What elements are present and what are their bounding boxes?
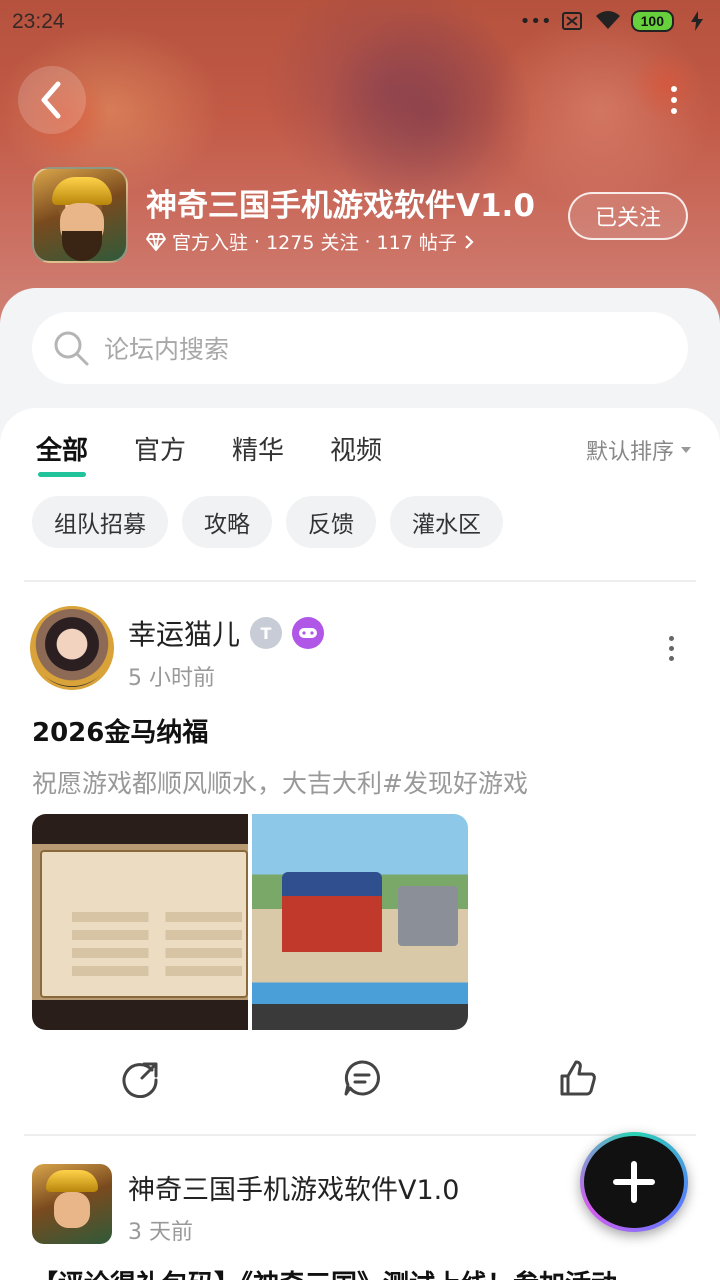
screenshot-panel <box>40 850 248 998</box>
status-bar: 23:24 ••• 100 <box>0 0 720 48</box>
screenshot-row <box>72 912 242 922</box>
meta-separator: · <box>254 230 261 253</box>
plus-icon <box>613 1161 655 1203</box>
back-button[interactable] <box>18 66 86 134</box>
caret-down-icon <box>681 447 691 453</box>
forum-title: 神奇三国手机游戏软件V1.0 <box>146 188 535 224</box>
search-panel: 论坛内搜索 <box>0 288 720 408</box>
tab-featured[interactable]: 精华 <box>232 430 284 467</box>
chip-team-recruit[interactable]: 组队招募 <box>32 496 168 548</box>
gamepad-badge-icon <box>292 617 325 649</box>
filter-tabs: 全部 官方 精华 视频 <box>36 430 382 477</box>
post-actions <box>0 1054 720 1114</box>
followers-count: 1275 关注 <box>266 232 359 254</box>
meta-separator: · <box>364 230 371 253</box>
tab-official[interactable]: 官方 <box>134 430 186 467</box>
post-time: 3 天前 <box>128 1220 193 1245</box>
avatar[interactable] <box>32 1164 112 1244</box>
post-body[interactable]: 祝愿游戏都顺风顺水，大吉大利#发现好游戏 <box>32 764 528 800</box>
comment-icon <box>344 1060 380 1096</box>
level-badge-icon: T <box>250 617 283 649</box>
charging-icon <box>684 10 710 32</box>
sort-label: 默认排序 <box>585 440 674 465</box>
more-dot <box>671 86 677 92</box>
search-placeholder: 论坛内搜索 <box>104 335 230 364</box>
sort-dropdown[interactable]: 默认排序 <box>586 434 692 466</box>
divider <box>24 580 696 582</box>
screenshot-row <box>72 966 242 976</box>
more-options-button[interactable] <box>662 80 686 120</box>
app-icon-beard <box>62 231 102 261</box>
forum-meta[interactable]: 官方入驻 · 1275 关注 · 117 帖子 <box>146 228 475 255</box>
menu-dot <box>669 646 674 651</box>
post-options-button[interactable] <box>669 636 674 661</box>
screenshot-row <box>72 948 242 958</box>
post-image-town-screenshot[interactable] <box>252 814 468 1030</box>
thumbs-up-icon <box>560 1060 596 1096</box>
chip-guides[interactable]: 攻略 <box>182 496 272 548</box>
comment-button[interactable] <box>338 1054 386 1102</box>
search-input[interactable]: 论坛内搜索 <box>32 312 688 384</box>
avatar[interactable] <box>30 606 114 690</box>
chevron-left-icon <box>41 81 61 119</box>
tab-all[interactable]: 全部 <box>36 430 88 477</box>
menu-dot <box>669 656 674 661</box>
screenshot-row <box>72 930 242 940</box>
app-icon[interactable] <box>32 167 128 263</box>
status-time: 23:24 <box>12 10 65 33</box>
divider <box>24 1134 696 1136</box>
official-label: 官方入驻 <box>172 232 249 254</box>
share-button[interactable] <box>118 1054 166 1102</box>
sim-off-icon <box>559 10 585 32</box>
post-title[interactable]: 【评论得礼包码】《神奇三国》测试上线！参加活动 <box>32 1264 617 1280</box>
like-button[interactable] <box>554 1054 602 1102</box>
search-icon <box>54 331 89 366</box>
screenshot-temple <box>282 872 382 952</box>
post-time: 5 小时前 <box>128 666 215 691</box>
more-dot <box>671 97 677 103</box>
post-author[interactable]: 幸运猫儿 T <box>128 613 325 653</box>
tab-video[interactable]: 视频 <box>330 430 382 467</box>
topic-chips: 组队招募 攻略 反馈 灌水区 <box>32 496 503 548</box>
forum-banner <box>0 0 720 330</box>
menu-dot <box>669 636 674 641</box>
diamond-icon <box>146 232 166 251</box>
follow-button[interactable]: 已关注 <box>568 192 688 240</box>
screenshot-house <box>398 886 458 946</box>
share-icon <box>122 1062 158 1098</box>
post-image-profile-screenshot[interactable] <box>32 814 248 1030</box>
battery-icon: 100 <box>630 10 674 32</box>
posts-count: 117 帖子 <box>376 232 457 254</box>
app-icon-helmet <box>52 177 112 205</box>
chevron-right-icon <box>465 234 474 249</box>
chip-chat-area[interactable]: 灌水区 <box>390 496 503 548</box>
author-name: 幸运猫儿 <box>128 618 241 651</box>
avatar-helmet <box>46 1170 98 1192</box>
avatar-face <box>54 1192 90 1228</box>
dots-icon: ••• <box>519 10 552 32</box>
post-title[interactable]: 2026金马纳福 <box>32 712 208 749</box>
post-author[interactable]: 神奇三国手机游戏软件V1.0 <box>128 1168 459 1207</box>
create-post-button[interactable] <box>580 1132 688 1232</box>
chip-feedback[interactable]: 反馈 <box>286 496 376 548</box>
more-dot <box>671 108 677 114</box>
wifi-icon <box>595 10 621 32</box>
